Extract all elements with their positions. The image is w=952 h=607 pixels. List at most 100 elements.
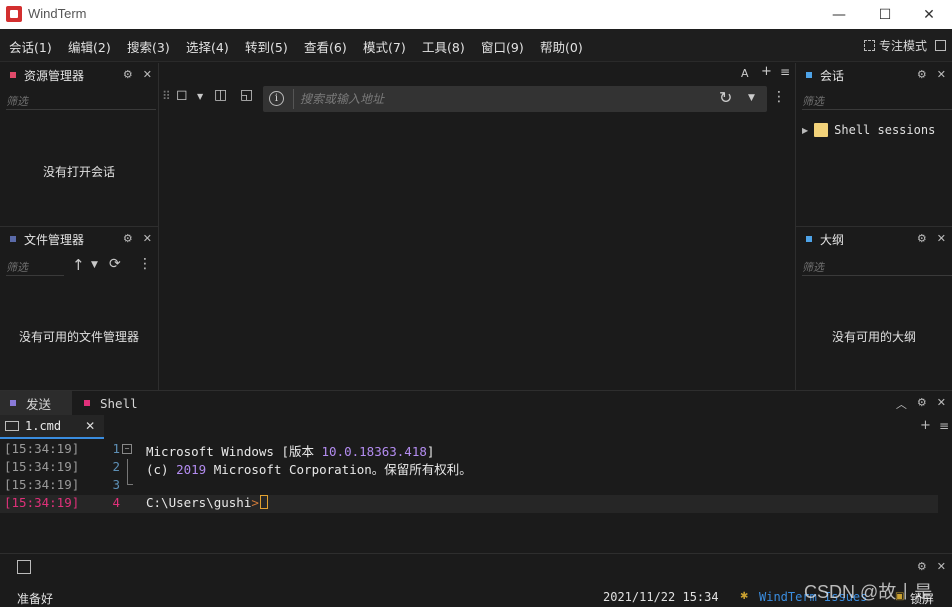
close-icon[interactable]: ✕ xyxy=(143,232,152,245)
fold-guide-end xyxy=(127,477,133,485)
timestamp: [15:34:19] xyxy=(4,459,80,474)
terminal-line: [15:34:19] 3 xyxy=(0,477,952,495)
add-icon[interactable]: + xyxy=(920,418,931,433)
info-icon[interactable]: i xyxy=(269,91,284,106)
menu-goto[interactable]: 转到(5) xyxy=(245,37,288,56)
more-icon[interactable]: ⋮ xyxy=(772,89,786,105)
menu-mode[interactable]: 模式(7) xyxy=(363,37,406,56)
sessions-filter-input[interactable]: 筛选 xyxy=(802,90,952,110)
file-manager-header: 文件管理器 ⚙ ✕ xyxy=(0,227,158,251)
maximize-button[interactable]: ☐ xyxy=(862,0,908,29)
terminal-tab-strip: 1.cmd ✕ + ≡ xyxy=(0,415,952,439)
terminal-icon xyxy=(5,421,19,431)
outline-empty-message: 没有可用的大纲 xyxy=(831,330,916,344)
address-input[interactable] xyxy=(293,89,693,109)
line-text: (c) 2019 Microsoft Corporation。保留所有权利。 xyxy=(146,462,472,477)
sessions-header: 会话 ⚙ ✕ xyxy=(796,63,952,87)
tab-send[interactable]: 发送 xyxy=(0,391,72,415)
chevron-down-icon[interactable]: ▼ xyxy=(748,93,755,103)
menu-tools[interactable]: 工具(8) xyxy=(422,37,465,56)
menu-search[interactable]: 搜索(3) xyxy=(127,37,170,56)
sessions-title: 会话 xyxy=(820,68,845,83)
explorer-filter-input[interactable]: 筛选 xyxy=(6,90,156,110)
timestamp: [15:34:19] xyxy=(4,495,80,510)
terminal-view[interactable]: [15:34:19] 1 − Microsoft Windows [版本 10.… xyxy=(0,439,952,552)
more-icon[interactable]: ⋮ xyxy=(138,256,152,272)
reload-icon[interactable]: ↻ xyxy=(719,88,732,107)
new-session-icon[interactable]: ◻ xyxy=(176,87,188,103)
drag-handle-icon[interactable]: ⠿ xyxy=(162,89,171,103)
duplicate-session-icon[interactable]: ◫ xyxy=(214,87,227,103)
arrow-up-icon[interactable]: ↑ xyxy=(72,256,85,274)
tree-item-shell-sessions[interactable]: ▶ Shell sessions xyxy=(802,123,935,137)
status-datetime: 2021/11/22 15:34 xyxy=(603,590,719,604)
sessions-color-dot xyxy=(806,72,812,78)
terminal-line: [15:34:19] 1 − Microsoft Windows [版本 10.… xyxy=(0,441,952,459)
outline-filter-input[interactable]: 筛选 xyxy=(802,256,952,276)
app-title: WindTerm xyxy=(28,6,87,21)
menu-icon[interactable]: ≡ xyxy=(780,65,790,79)
sessions-panel: 会话 ⚙ ✕ 筛选 ▶ Shell sessions xyxy=(796,63,952,226)
minimize-button[interactable]: — xyxy=(816,0,862,29)
add-icon[interactable]: + xyxy=(761,64,772,79)
prompt-text: C:\Users\gushi> xyxy=(146,495,268,510)
menu-select[interactable]: 选择(4) xyxy=(186,37,229,56)
timestamp: [15:34:19] xyxy=(4,441,80,456)
windterm-logo-icon xyxy=(6,6,22,22)
bottom-tab-strip: 发送 Shell ︿ ⚙ ✕ xyxy=(0,390,952,415)
gear-icon[interactable]: ⚙ xyxy=(917,396,927,412)
new-window-icon[interactable]: ◱ xyxy=(240,87,253,103)
gear-icon[interactable]: ⚙ xyxy=(917,232,927,245)
menu-icon[interactable]: ≡ xyxy=(939,419,949,433)
chevron-down-icon[interactable]: ▼ xyxy=(91,260,98,270)
tab-shell-label: Shell xyxy=(100,395,138,411)
gear-icon[interactable]: ⚙ xyxy=(123,232,133,245)
send-color-dot xyxy=(10,400,16,406)
gear-icon[interactable]: ⚙ xyxy=(917,560,927,573)
fold-icon[interactable]: − xyxy=(122,444,132,454)
shell-color-dot xyxy=(84,400,90,406)
csdn-watermark: CSDN @故丨是 xyxy=(804,582,933,602)
layout-icon[interactable] xyxy=(935,40,946,51)
menu-view[interactable]: 查看(6) xyxy=(304,37,347,56)
chevron-up-icon[interactable]: ︿ xyxy=(896,396,907,412)
center-area: A + ≡ xyxy=(159,63,795,390)
outline-color-dot xyxy=(806,236,812,242)
menu-window[interactable]: 窗口(9) xyxy=(481,37,524,56)
line-number: 2 xyxy=(112,459,120,474)
menu-session[interactable]: 会话(1) xyxy=(9,37,52,56)
title-bar: WindTerm — ☐ ✕ xyxy=(0,0,952,29)
close-icon[interactable]: ✕ xyxy=(937,560,946,573)
tab-shell[interactable]: Shell xyxy=(74,391,154,415)
explorer-color-dot xyxy=(10,72,16,78)
status-ready: 准备好 xyxy=(17,592,54,606)
focus-mode-button[interactable]: 专注模式 xyxy=(863,37,946,54)
refresh-icon[interactable]: ⟳ xyxy=(109,256,121,272)
tab-1cmd[interactable]: 1.cmd ✕ xyxy=(0,415,104,439)
close-icon[interactable]: ✕ xyxy=(937,396,946,412)
close-icon[interactable]: ✕ xyxy=(143,68,152,81)
chevron-down-icon[interactable]: ▼ xyxy=(197,92,203,101)
gear-icon[interactable]: ⚙ xyxy=(123,68,133,81)
file-manager-title: 文件管理器 xyxy=(24,232,85,247)
chevron-right-icon[interactable]: ▶ xyxy=(802,126,808,135)
close-icon[interactable]: ✕ xyxy=(937,68,946,81)
send-panel-icon[interactable] xyxy=(17,560,31,574)
file-manager-filter-input[interactable]: 筛选 xyxy=(6,256,64,276)
folder-icon xyxy=(814,123,829,137)
tree-item-label: Shell sessions xyxy=(834,123,936,137)
close-window-button[interactable]: ✕ xyxy=(906,0,952,29)
file-manager-panel: 文件管理器 ⚙ ✕ 筛选 ↑ ▼ ⟳ ⋮ 没有可用的文件管理器 xyxy=(0,227,158,389)
line-text: Microsoft Windows [版本 10.0.18363.418] xyxy=(146,444,435,459)
font-icon[interactable]: A xyxy=(741,67,749,80)
focus-mode-label: 专注模式 xyxy=(878,39,927,53)
menu-help[interactable]: 帮助(0) xyxy=(540,37,583,56)
gear-icon[interactable]: ⚙ xyxy=(917,68,927,81)
timestamp: [15:34:19] xyxy=(4,477,80,492)
line-number: 3 xyxy=(112,477,120,492)
file-manager-empty-message: 没有可用的文件管理器 xyxy=(18,330,139,344)
line-number: 4 xyxy=(112,495,120,510)
close-icon[interactable]: ✕ xyxy=(937,232,946,245)
close-icon[interactable]: ✕ xyxy=(85,419,95,433)
menu-edit[interactable]: 编辑(2) xyxy=(68,37,111,56)
